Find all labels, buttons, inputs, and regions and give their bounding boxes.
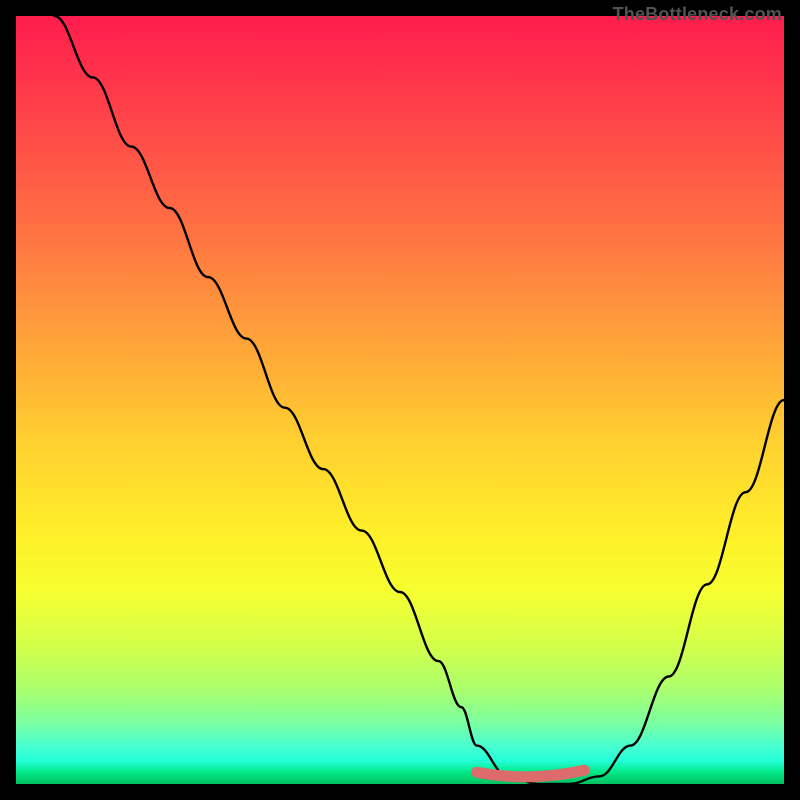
chart-plot-area (16, 16, 784, 784)
optimal-range-marker (477, 770, 585, 777)
chart-container: TheBottleneck.com (0, 0, 800, 800)
watermark-text: TheBottleneck.com (613, 4, 782, 25)
bottleneck-curve (54, 16, 784, 784)
chart-svg (16, 16, 784, 784)
